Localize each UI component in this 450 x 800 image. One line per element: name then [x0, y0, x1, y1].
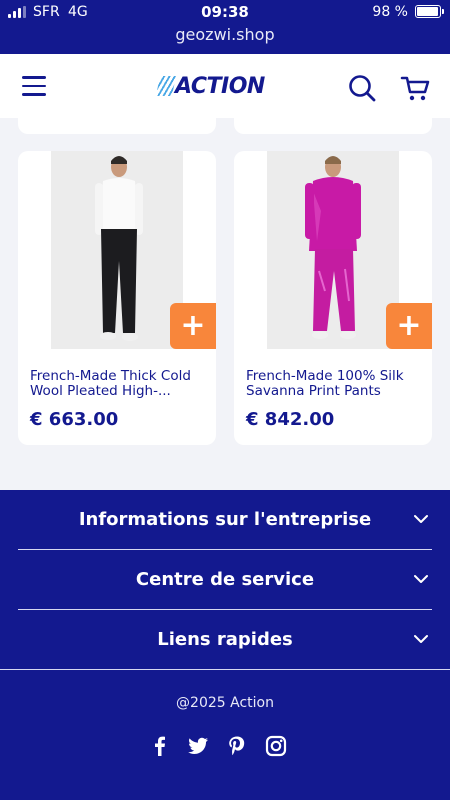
- accordion-service-center[interactable]: Centre de service: [18, 550, 432, 610]
- instagram-icon[interactable]: [265, 735, 287, 757]
- battery-percent: 98 %: [372, 4, 408, 20]
- url-bar[interactable]: geozwi.shop: [0, 25, 450, 44]
- copyright-text: @2025 Action: [176, 695, 274, 711]
- product-photo-man-black-trousers: [51, 151, 183, 349]
- product-card-partial[interactable]: [18, 118, 216, 134]
- site-footer: Informations sur l'entreprise Centre de …: [0, 490, 450, 800]
- add-to-cart-button[interactable]: +: [386, 303, 432, 349]
- product-title[interactable]: French-Made 100% Silk Savanna Print Pant…: [246, 369, 422, 399]
- accordion-label: Liens rapides: [157, 629, 293, 650]
- status-bar: SFR 4G 09:38 98 %: [0, 0, 450, 24]
- product-image[interactable]: [51, 151, 183, 349]
- add-to-cart-button[interactable]: +: [170, 303, 216, 349]
- chevron-down-icon: [414, 515, 428, 523]
- accordion-label: Centre de service: [135, 569, 315, 590]
- menu-icon[interactable]: [22, 76, 46, 96]
- battery-icon: [415, 5, 444, 18]
- product-grid: + French-Made Thick Cold Wool Pleated Hi…: [0, 118, 450, 490]
- product-card[interactable]: + French-Made 100% Silk Savanna Print Pa…: [234, 151, 432, 445]
- accordion-quick-links[interactable]: Liens rapides: [0, 610, 450, 670]
- accordion-label: Informations sur l'entreprise: [78, 509, 372, 530]
- browser-top-bar: SFR 4G 09:38 98 % geozwi.shop: [0, 0, 450, 54]
- chevron-down-icon: [414, 575, 428, 583]
- accordion-company-info[interactable]: Informations sur l'entreprise: [18, 490, 432, 550]
- product-photo-man-pink-silk-suit: [267, 151, 399, 349]
- cart-icon[interactable]: [400, 74, 430, 102]
- product-price: € 842.00: [246, 409, 335, 430]
- product-card[interactable]: + French-Made Thick Cold Wool Pleated Hi…: [18, 151, 216, 445]
- product-title[interactable]: French-Made Thick Cold Wool Pleated High…: [30, 369, 206, 399]
- search-icon[interactable]: [348, 74, 376, 102]
- pinterest-icon[interactable]: [226, 735, 248, 757]
- twitter-icon[interactable]: [187, 735, 209, 757]
- facebook-icon[interactable]: [149, 735, 171, 757]
- chevron-down-icon: [414, 635, 428, 643]
- site-header: ACTION: [0, 54, 450, 118]
- brand-logo[interactable]: ACTION: [155, 72, 265, 100]
- product-price: € 663.00: [30, 409, 119, 430]
- logo-stripes: [155, 76, 177, 96]
- brand-name: ACTION: [175, 73, 265, 99]
- product-image[interactable]: [267, 151, 399, 349]
- product-card-partial[interactable]: [234, 118, 432, 134]
